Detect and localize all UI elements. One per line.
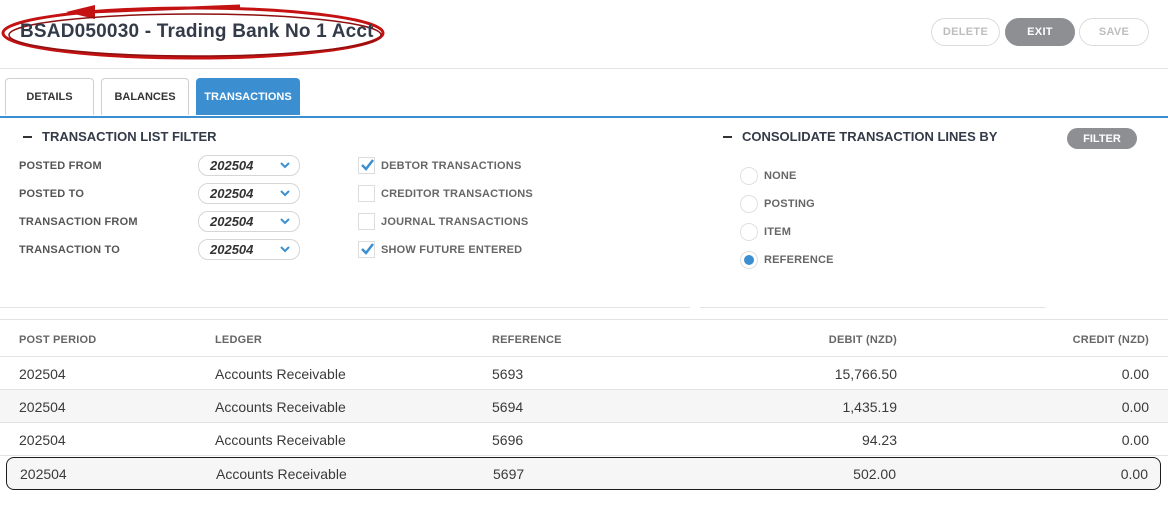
cell-debit: 94.23 <box>861 432 897 448</box>
table-row[interactable]: 202504 Accounts Receivable 5696 94.23 0.… <box>0 423 1168 456</box>
transaction-to-select[interactable]: 202504 <box>198 239 300 260</box>
posted-from-label: POSTED FROM <box>19 160 102 172</box>
creditor-transactions-label: CREDITOR TRANSACTIONS <box>381 188 533 200</box>
table-header: POST PERIOD LEDGER REFERENCE DEBIT (NZD)… <box>0 319 1168 357</box>
cell-credit: 0.00 <box>1121 432 1149 448</box>
journal-transactions-checkbox[interactable] <box>358 213 375 230</box>
checkmark-icon <box>361 243 374 255</box>
consolidate-section-label: CONSOLIDATE TRANSACTION LINES BY <box>742 129 998 144</box>
table-row-highlighted[interactable]: 202504 Accounts Receivable 5697 502.00 0… <box>6 457 1161 490</box>
tab-details[interactable]: DETAILS <box>5 78 94 115</box>
radio-reference[interactable] <box>740 251 758 269</box>
cell-debit: 502.00 <box>853 466 896 482</box>
col-ledger[interactable]: LEDGER <box>215 334 262 346</box>
cell-reference: 5697 <box>493 466 525 482</box>
page-header: BSAD050030 - Trading Bank No 1 Acct DELE… <box>0 0 1168 69</box>
page-title: BSAD050030 - Trading Bank No 1 Acct <box>20 21 374 42</box>
col-credit[interactable]: CREDIT (NZD) <box>1073 334 1149 346</box>
filter-section-label: TRANSACTION LIST FILTER <box>42 129 217 144</box>
chevron-down-icon <box>280 162 290 169</box>
chevron-down-icon <box>280 246 290 253</box>
filter-divider <box>0 307 690 308</box>
radio-item[interactable] <box>740 223 758 241</box>
filter-section-title[interactable]: TRANSACTION LIST FILTER <box>23 129 217 144</box>
cell-reference: 5693 <box>492 366 524 382</box>
cell-period: 202504 <box>19 432 66 448</box>
tab-bar: DETAILS BALANCES TRANSACTIONS <box>0 78 1168 118</box>
posted-from-select[interactable]: 202504 <box>198 155 300 176</box>
show-future-entered-checkbox[interactable] <box>358 241 375 258</box>
collapse-icon[interactable] <box>23 135 32 138</box>
cell-period: 202504 <box>20 466 67 482</box>
tab-balances[interactable]: BALANCES <box>101 78 189 115</box>
cell-ledger: Accounts Receivable <box>215 366 346 382</box>
col-post-period[interactable]: POST PERIOD <box>19 334 96 346</box>
posted-to-select[interactable]: 202504 <box>198 183 300 204</box>
radio-item-label: ITEM <box>764 226 792 238</box>
cell-period: 202504 <box>19 366 66 382</box>
journal-transactions-label: JOURNAL TRANSACTIONS <box>381 216 529 228</box>
transaction-to-value: 202504 <box>210 242 254 257</box>
transaction-to-label: TRANSACTION TO <box>19 244 120 256</box>
table-row[interactable]: 202504 Accounts Receivable 5694 1,435.19… <box>0 390 1168 423</box>
checkmark-icon <box>361 159 374 171</box>
cell-ledger: Accounts Receivable <box>216 466 347 482</box>
debtor-transactions-checkbox[interactable] <box>358 157 375 174</box>
radio-none-label: NONE <box>764 170 797 182</box>
delete-button[interactable]: DELETE <box>931 18 1000 46</box>
table-row[interactable]: 202504 Accounts Receivable 5693 15,766.5… <box>0 357 1168 390</box>
collapse-icon[interactable] <box>723 135 732 138</box>
radio-posting[interactable] <box>740 195 758 213</box>
radio-reference-label: REFERENCE <box>764 254 834 266</box>
debtor-transactions-label: DEBTOR TRANSACTIONS <box>381 160 522 172</box>
chevron-down-icon <box>280 190 290 197</box>
cell-debit: 1,435.19 <box>842 399 898 415</box>
transaction-from-select[interactable]: 202504 <box>198 211 300 232</box>
cell-reference: 5696 <box>492 432 524 448</box>
consolidate-divider <box>700 307 1045 308</box>
transaction-from-label: TRANSACTION FROM <box>19 216 138 228</box>
tab-transactions[interactable]: TRANSACTIONS <box>196 78 300 115</box>
cell-credit: 0.00 <box>1120 466 1148 482</box>
save-button[interactable]: SAVE <box>1079 18 1149 46</box>
posted-to-value: 202504 <box>210 186 254 201</box>
posted-to-label: POSTED TO <box>19 188 85 200</box>
title-area: BSAD050030 - Trading Bank No 1 Acct <box>0 0 400 68</box>
transaction-from-value: 202504 <box>210 214 254 229</box>
cell-reference: 5694 <box>492 399 524 415</box>
filter-button[interactable]: FILTER <box>1067 128 1137 149</box>
cell-period: 202504 <box>19 399 66 415</box>
show-future-entered-label: SHOW FUTURE ENTERED <box>381 244 523 256</box>
cell-ledger: Accounts Receivable <box>215 432 346 448</box>
chevron-down-icon <box>280 218 290 225</box>
posted-from-value: 202504 <box>210 158 254 173</box>
cell-ledger: Accounts Receivable <box>215 399 346 415</box>
cell-credit: 0.00 <box>1121 399 1149 415</box>
exit-button[interactable]: EXIT <box>1005 18 1075 46</box>
cell-credit: 0.00 <box>1121 366 1149 382</box>
consolidate-section-title[interactable]: CONSOLIDATE TRANSACTION LINES BY <box>723 129 997 144</box>
creditor-transactions-checkbox[interactable] <box>358 185 375 202</box>
cell-debit: 15,766.50 <box>834 366 897 382</box>
radio-none[interactable] <box>740 167 758 185</box>
col-debit[interactable]: DEBIT (NZD) <box>829 334 897 346</box>
radio-posting-label: POSTING <box>764 198 815 210</box>
col-reference[interactable]: REFERENCE <box>492 334 562 346</box>
